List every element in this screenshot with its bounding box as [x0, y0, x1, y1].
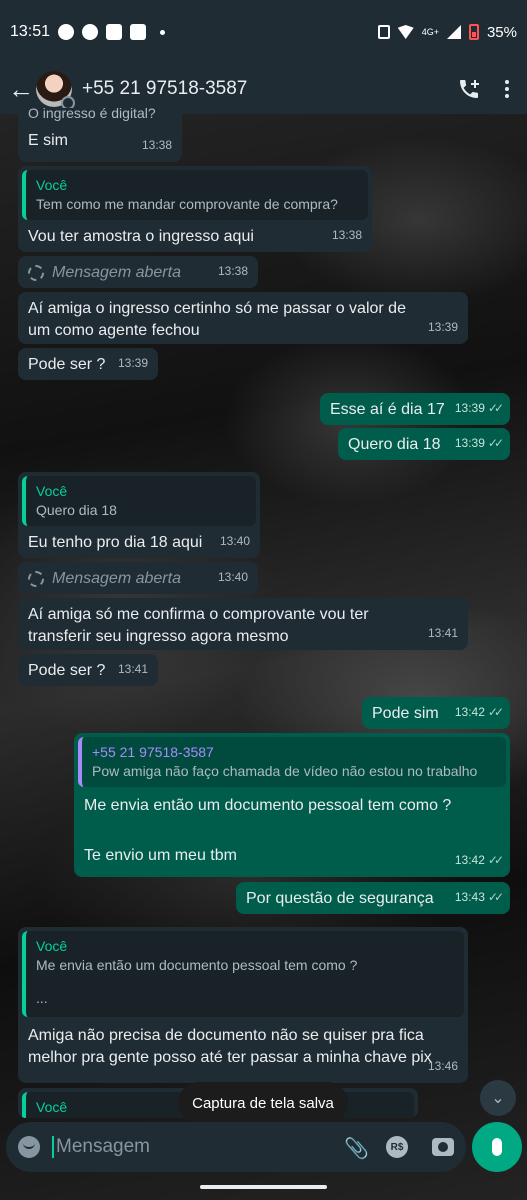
message-text: Aí amiga o ingresso certinho só me passa…: [28, 300, 406, 339]
u-app-icon: [130, 24, 147, 40]
quote-text: Tem como me mandar comprovante de compra…: [36, 196, 338, 212]
toast: Captura de tela salva: [178, 1082, 348, 1124]
quoted-message[interactable]: Você Tem como me mandar comprovante de c…: [22, 170, 368, 220]
message-time: 13:38: [217, 264, 248, 278]
message-bubble[interactable]: Você Tem como me mandar comprovante de c…: [18, 166, 372, 252]
instagram-icon: [106, 24, 123, 40]
message-bubble[interactable]: Pode ser ? 13:39: [18, 348, 158, 380]
message-time: 13:39: [427, 320, 458, 334]
message-bubble[interactable]: Pode sim 13:42 ✓✓: [362, 697, 510, 729]
gesture-nav-handle[interactable]: [200, 1185, 327, 1189]
quote-text: Quero dia 18: [36, 502, 117, 518]
message-composer: 📎 R$: [6, 1122, 466, 1172]
camera-icon[interactable]: [432, 1138, 454, 1156]
message-time: 13:40: [219, 534, 250, 548]
double-check-icon: ✓✓: [487, 853, 504, 867]
network-type: 4G+: [421, 27, 439, 37]
message-bubble[interactable]: Mensagem aberta 13:40: [18, 562, 258, 594]
emoji-icon[interactable]: [18, 1136, 40, 1158]
system-text: Mensagem aberta: [52, 570, 181, 587]
message-time: 13:43 ✓✓: [454, 890, 504, 904]
double-check-icon: ✓✓: [487, 890, 504, 904]
message-text-line2: Te envio um meu tbm: [84, 847, 237, 864]
loading-icon: [28, 265, 44, 281]
message-bubble[interactable]: +55 21 97518-3587 Pow amiga não faço cha…: [74, 733, 510, 877]
add-call-icon[interactable]: [457, 77, 481, 101]
message-text: Eu tenho pro dia 18 aqui: [28, 534, 203, 551]
message-bubble[interactable]: Você Quero dia 18 Eu tenho pro dia 18 aq…: [18, 472, 260, 558]
message-text: Aí amiga só me confirma o comprovante vo…: [28, 606, 369, 645]
avatar[interactable]: [36, 71, 75, 110]
signal-icon: [446, 25, 461, 39]
battery-icon: [468, 24, 479, 40]
message-bubble[interactable]: O ingresso é digital? E sim 13:38: [18, 105, 182, 162]
message-time: 13:39 ✓✓: [454, 401, 504, 415]
quote-author: Você: [36, 938, 68, 954]
message-bubble[interactable]: Esse aí é dia 17 13:39 ✓✓: [320, 393, 510, 425]
message-time: 13:39: [117, 356, 148, 370]
wifi-icon: [397, 25, 414, 39]
quoted-text: O ingresso é digital?: [28, 105, 156, 121]
message-text: Me envia então um documento pessoal tem …: [84, 797, 452, 814]
message-text: Vou ter amostra o ingresso aqui: [28, 228, 254, 245]
whatsapp-icon: [58, 24, 75, 40]
arrow-left-icon[interactable]: ←: [8, 76, 34, 102]
message-time: 13:46: [427, 1059, 458, 1073]
more-vert-icon[interactable]: [505, 80, 509, 98]
message-input[interactable]: [52, 1136, 334, 1158]
message-time: 13:42 ✓✓: [454, 705, 504, 719]
message-time: 13:41: [117, 662, 148, 676]
quote-author: Você: [36, 177, 68, 193]
message-bubble[interactable]: Por questão de segurança 13:43 ✓✓: [236, 882, 510, 914]
quote-text: Me envia então um documento pessoal tem …: [36, 957, 358, 973]
contact-name[interactable]: +55 21 97518-3587: [82, 78, 247, 100]
quoted-message[interactable]: Você Me envia então um documento pessoal…: [22, 931, 464, 1017]
mic-button[interactable]: [472, 1122, 522, 1172]
more-notifications-icon: [160, 29, 166, 35]
message-time: 13:38: [141, 138, 172, 152]
double-check-icon: ✓✓: [487, 401, 504, 415]
quote-author: Você: [36, 483, 68, 499]
message-text: Amiga não precisa de documento não se qu…: [28, 1027, 432, 1066]
message-time: 13:40: [217, 570, 248, 584]
loading-icon: [28, 571, 44, 587]
double-check-icon: ✓✓: [487, 436, 504, 450]
payment-icon[interactable]: R$: [386, 1136, 408, 1158]
quote-text: Pow amiga não faço chamada de vídeo não …: [92, 763, 478, 779]
battery-level: 35%: [486, 23, 517, 41]
system-text: Mensagem aberta: [52, 264, 181, 281]
message-bubble[interactable]: Quero dia 18 13:39 ✓✓: [338, 428, 510, 460]
message-time: 13:38: [331, 228, 362, 242]
vibrate-icon: [377, 25, 390, 39]
message-bubble[interactable]: Pode ser ? 13:41: [18, 654, 158, 686]
message-bubble[interactable]: Você Me envia então um documento pessoal…: [18, 927, 468, 1083]
message-bubble[interactable]: Mensagem aberta 13:38: [18, 256, 258, 288]
status-bar: 13:51 4G+ 35%: [0, 0, 527, 64]
attach-icon[interactable]: 📎: [344, 1136, 369, 1160]
message-bubble[interactable]: Aí amiga o ingresso certinho só me passa…: [18, 292, 468, 344]
quote-author: +55 21 97518-3587: [92, 744, 214, 760]
mic-icon: [492, 1138, 502, 1156]
quoted-message[interactable]: Você Quero dia 18: [22, 476, 256, 526]
chevron-double-down-icon: ⌄: [491, 1090, 505, 1107]
message-time: 13:39 ✓✓: [454, 436, 504, 450]
chat-bubble-icon: [82, 24, 99, 40]
scroll-down-button[interactable]: ⌄: [480, 1080, 516, 1116]
quote-text-more: ...: [36, 990, 48, 1006]
message-time: 13:41: [427, 626, 458, 640]
message-bubble[interactable]: Aí amiga só me confirma o comprovante vo…: [18, 598, 468, 650]
message-time: 13:42 ✓✓: [454, 853, 504, 867]
quoted-message[interactable]: +55 21 97518-3587 Pow amiga não faço cha…: [78, 737, 506, 787]
double-check-icon: ✓✓: [487, 705, 504, 719]
status-time: 13:51: [10, 23, 51, 40]
